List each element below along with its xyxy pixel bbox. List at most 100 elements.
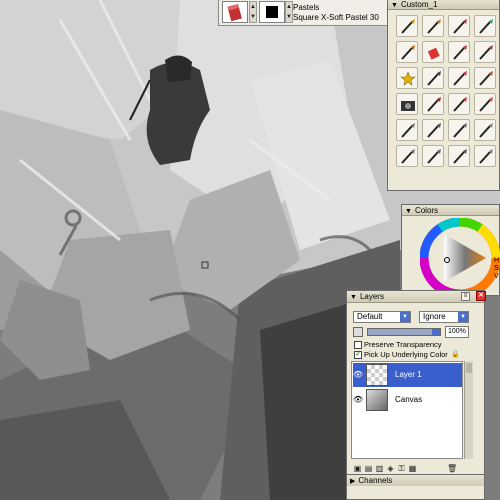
colors-palette-titlebar[interactable]: ▼ Colors	[402, 205, 499, 216]
check-icon: ✓	[355, 349, 362, 358]
custom-tool-21[interactable]	[396, 145, 418, 167]
layer-row-canvas[interactable]: 👁 Canvas	[353, 388, 462, 412]
hsv-letters: H S V	[494, 257, 500, 280]
custom-tool-1[interactable]	[396, 15, 418, 37]
custom-tool-20[interactable]	[474, 119, 496, 141]
custom-tool-17[interactable]	[396, 119, 418, 141]
dynamic-plugin-icon[interactable]: ◈	[386, 464, 395, 473]
color-wheel[interactable]	[420, 218, 500, 298]
brush-variant-thumbnail[interactable]	[259, 1, 285, 23]
layers-palette: ▼ Layers ≡ Default ▼ Ignore ▼ 100% Preser…	[346, 290, 485, 500]
eye-icon[interactable]: 👁	[353, 388, 363, 412]
collapse-triangle-icon[interactable]: ▼	[391, 2, 398, 9]
custom-tool-14[interactable]	[422, 93, 444, 115]
custom-tool-15[interactable]	[448, 93, 470, 115]
expand-triangle-icon[interactable]: ▶	[350, 478, 355, 485]
new-folder-icon[interactable]: ▦	[408, 464, 417, 473]
close-icon[interactable]: ✕	[476, 291, 486, 301]
opacity-icon	[353, 327, 363, 337]
layers-palette-titlebar[interactable]: ▼ Layers ≡	[347, 291, 484, 303]
paintbrush-icon	[401, 45, 415, 60]
custom-palette: ▼ Custom_1	[387, 0, 500, 191]
knife-icon	[427, 71, 441, 86]
eye-icon[interactable]: 👁	[353, 363, 363, 387]
colors-palette-title: Colors	[414, 206, 439, 215]
preserve-transparency-label: Preserve Transparency	[364, 340, 442, 349]
paintbrush-icon	[479, 45, 493, 60]
custom-tool-19[interactable]	[448, 119, 470, 141]
custom-tool-11[interactable]	[448, 67, 470, 89]
eraser-icon	[427, 47, 440, 60]
collapse-triangle-icon[interactable]: ▼	[350, 294, 357, 301]
custom-tool-10[interactable]	[422, 67, 444, 89]
custom-tool-16[interactable]	[474, 93, 496, 115]
opacity-slider-handle[interactable]	[432, 329, 440, 335]
lock-icon[interactable]: 🔒	[451, 350, 460, 358]
layer-row-layer-1[interactable]: 👁 Layer 1	[353, 363, 462, 387]
opacity-field[interactable]: 100%	[445, 326, 469, 338]
custom-tool-24[interactable]	[474, 145, 496, 167]
channels-palette-title: Channels	[358, 476, 393, 485]
variant-dropdown-arrow[interactable]: ▲ ▼	[285, 1, 293, 23]
paintbrush-icon	[479, 123, 493, 138]
custom-tool-9[interactable]	[396, 67, 418, 89]
custom-tool-2[interactable]	[422, 15, 444, 37]
brush-variant-label: Square X-Soft Pastel 30	[293, 13, 379, 22]
pick-up-underlying-label: Pick Up Underlying Color	[364, 350, 448, 359]
custom-tool-7[interactable]	[448, 41, 470, 63]
paintbrush-icon	[427, 97, 441, 112]
composite-depth-value: Ignore	[423, 312, 446, 321]
square-dab-icon	[266, 6, 278, 18]
custom-tool-6[interactable]	[422, 41, 444, 63]
scrollbar-thumb[interactable]	[466, 363, 472, 373]
custom-tool-8[interactable]	[474, 41, 496, 63]
custom-tool-3[interactable]	[448, 15, 470, 37]
custom-tool-13[interactable]	[396, 93, 418, 115]
palette-options-icon[interactable]: ≡	[461, 292, 470, 301]
collapse-triangle-icon[interactable]: ▼	[405, 208, 412, 215]
channels-palette-titlebar[interactable]: ▶ Channels	[347, 475, 484, 486]
category-dropdown-arrow[interactable]: ▲ ▼	[249, 1, 257, 23]
pick-up-underlying-checkbox[interactable]: ✓	[354, 349, 362, 359]
paintbrush-icon	[453, 19, 467, 34]
paintbrush-icon	[427, 149, 441, 164]
layers-palette-title: Layers	[359, 292, 384, 301]
paintbrush-icon	[453, 45, 467, 60]
dropper-icon	[401, 19, 415, 34]
preserve-transparency-checkbox[interactable]	[354, 341, 362, 349]
composite-method-select[interactable]: Default ▼	[353, 311, 411, 323]
canvas-thumbnail	[366, 389, 388, 411]
layer-list-scrollbar[interactable]	[464, 361, 473, 459]
chevron-down-icon: ▼	[458, 312, 468, 322]
brush-selector-bar: ▲ ▼ ▲ ▼ Pastels Square X-Soft Pastel 30	[218, 0, 388, 26]
chevron-down-icon: ▼	[400, 312, 410, 322]
new-layer-icon[interactable]: ▣	[353, 464, 362, 473]
custom-tool-22[interactable]	[422, 145, 444, 167]
paintbrush-icon	[453, 97, 467, 112]
opacity-slider[interactable]	[367, 328, 441, 336]
brush-category-label: Pastels	[293, 3, 320, 12]
composite-method-value: Default	[357, 312, 383, 321]
saturation-value-triangle[interactable]	[444, 234, 486, 282]
star-icon	[400, 71, 416, 86]
paintbrush-icon	[479, 149, 493, 164]
group-icon[interactable]: ▤	[364, 464, 373, 473]
paintbrush-icon	[453, 71, 467, 86]
layer-name: Canvas	[395, 395, 423, 404]
custom-tool-18[interactable]	[422, 119, 444, 141]
custom-palette-titlebar[interactable]: ▼ Custom_1	[388, 0, 499, 10]
brush-category-thumbnail[interactable]	[222, 1, 248, 23]
paintbrush-icon	[401, 149, 415, 164]
lock-icon[interactable]: ⚿	[397, 464, 406, 473]
custom-tool-23[interactable]	[448, 145, 470, 167]
camera-icon	[401, 101, 415, 111]
paintbrush-icon	[427, 123, 441, 138]
paintbrush-icon	[479, 71, 493, 86]
composite-depth-select[interactable]: Ignore ▼	[419, 311, 469, 323]
custom-tool-5[interactable]	[396, 41, 418, 63]
custom-tool-4[interactable]	[474, 15, 496, 37]
paintbrush-icon	[401, 123, 415, 138]
trash-icon[interactable]: 🗑	[447, 464, 457, 473]
mask-icon[interactable]: ▥	[375, 464, 384, 473]
custom-tool-12[interactable]	[474, 67, 496, 89]
